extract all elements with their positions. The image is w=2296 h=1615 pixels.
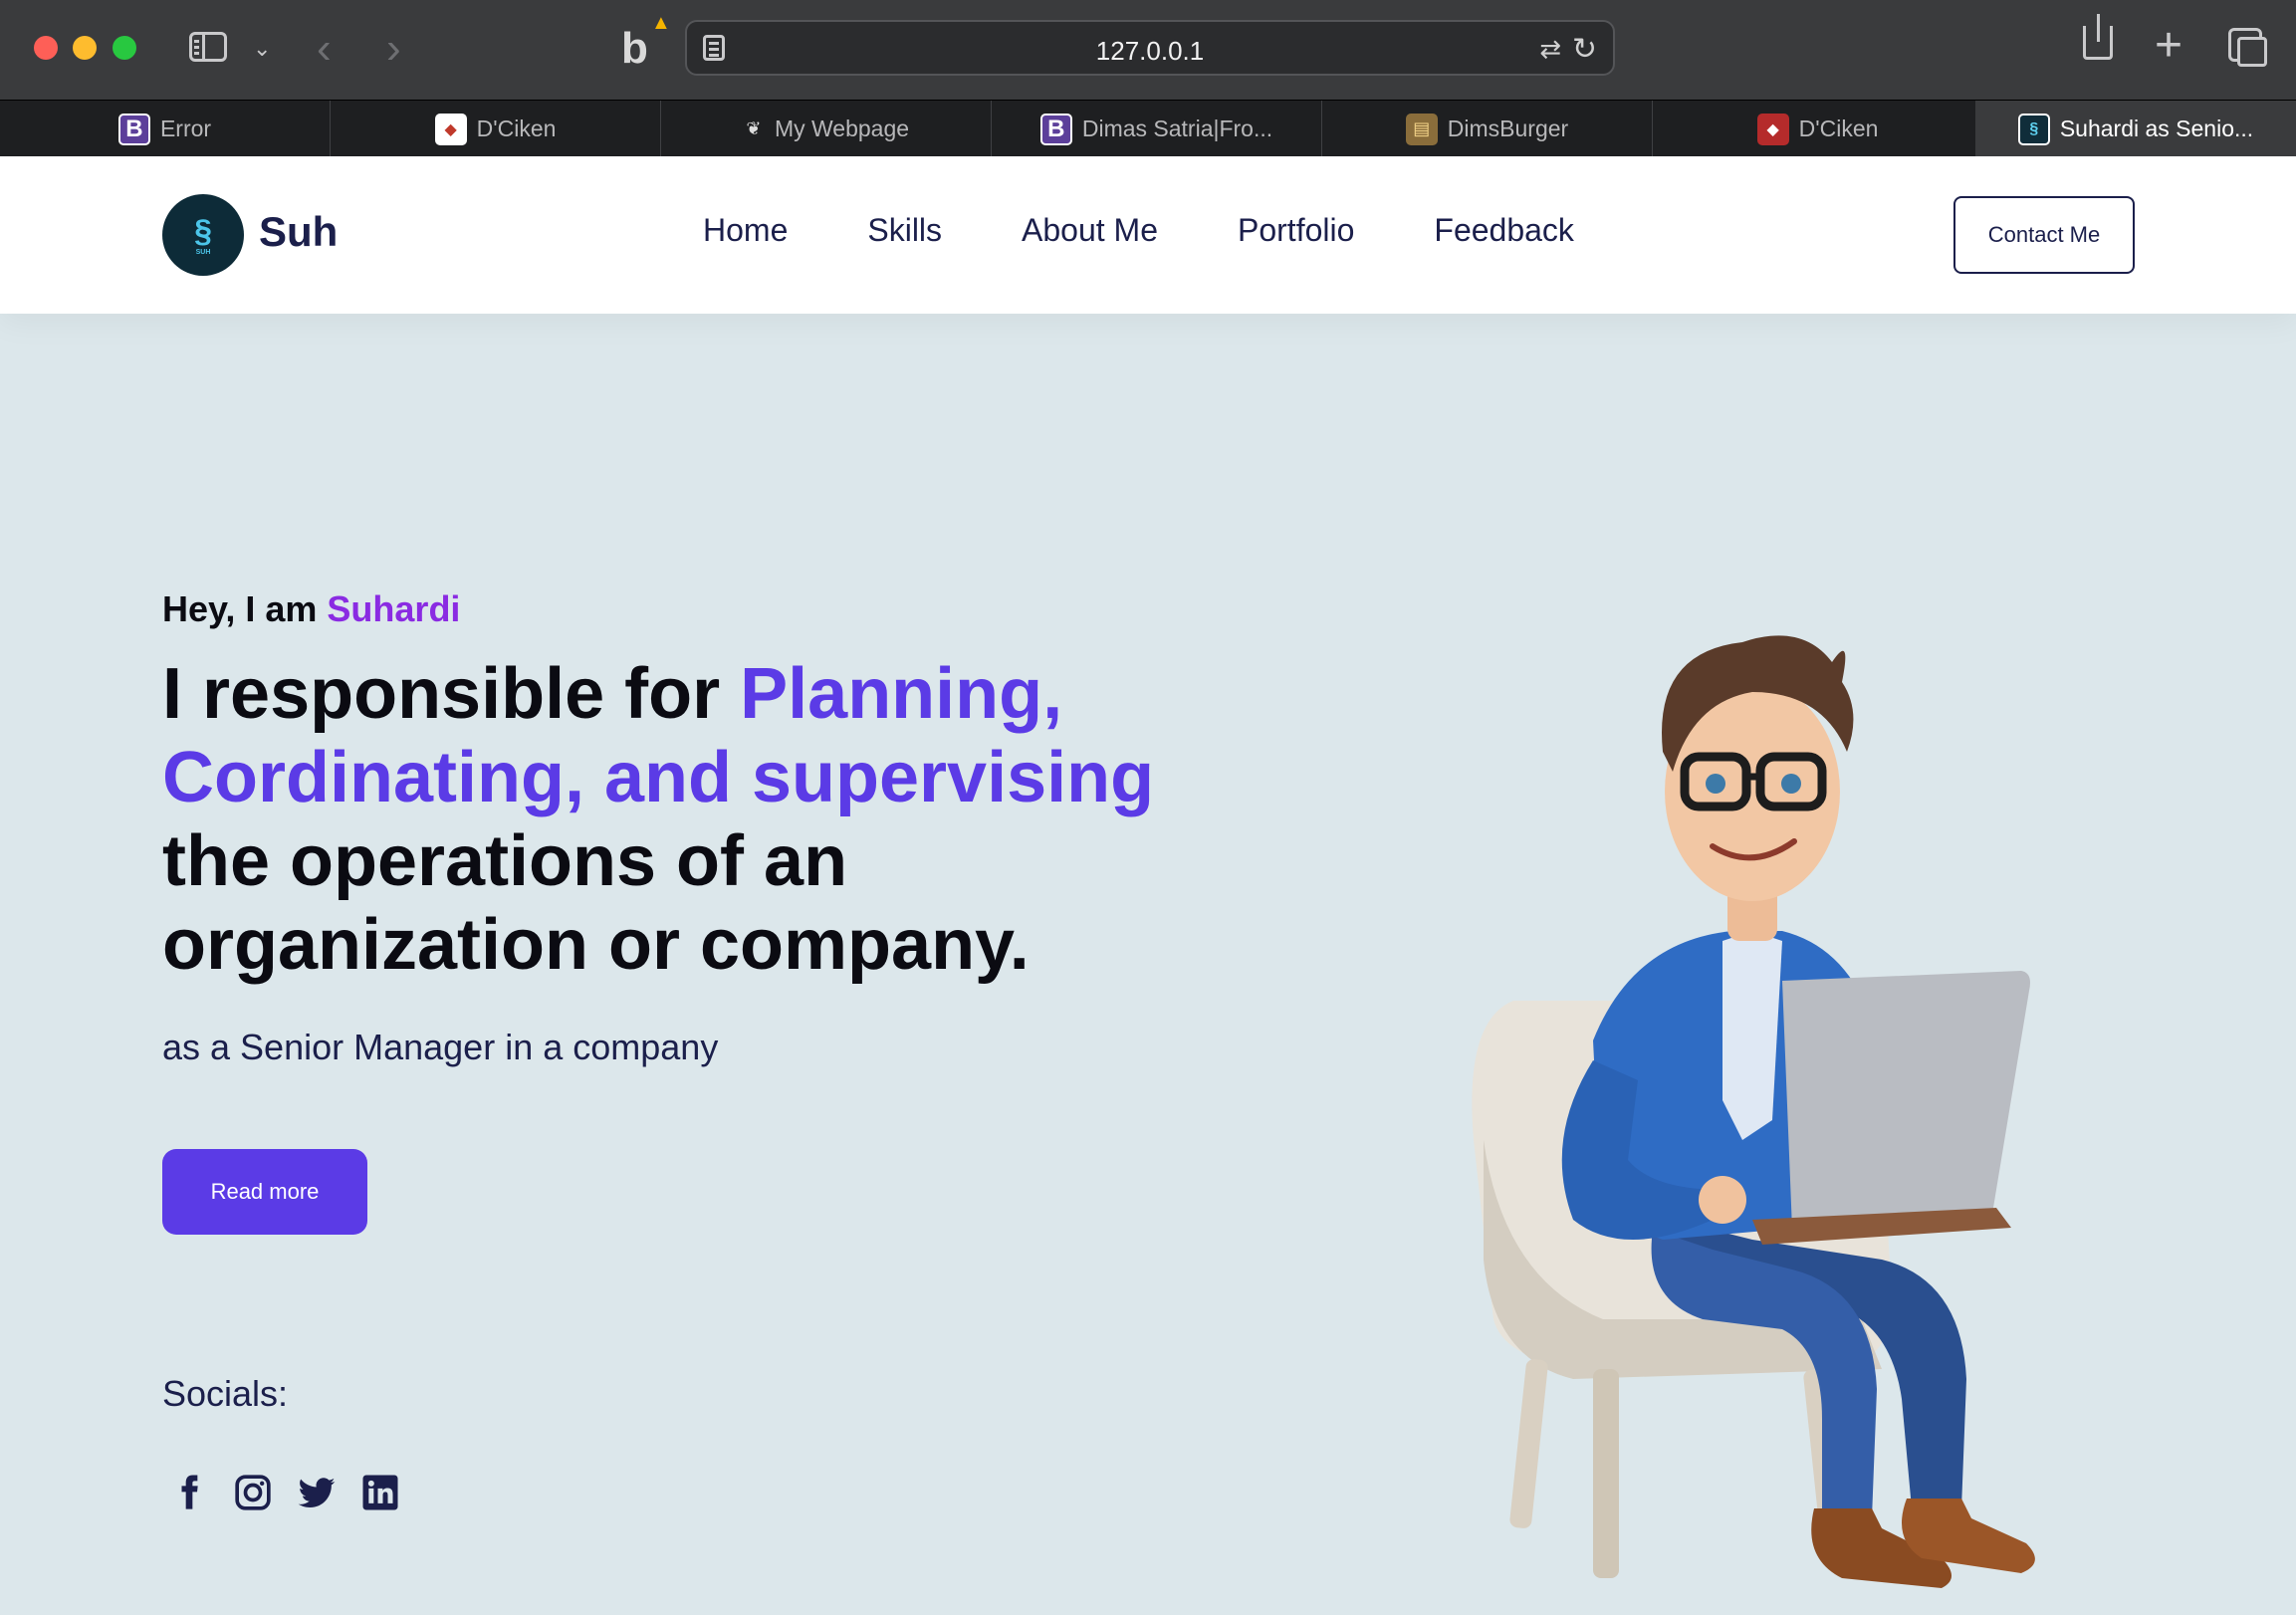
tab-title: My Webpage bbox=[774, 115, 910, 141]
hero-greeting: Hey, I am Suhardi bbox=[162, 588, 460, 630]
tab-bar: B Error ◆ D'Ciken ❦ My Webpage B Dimas S… bbox=[0, 100, 2296, 157]
share-icon[interactable] bbox=[2083, 14, 2113, 60]
tab-dimsburger[interactable]: ▤ DimsBurger bbox=[1322, 101, 1653, 157]
new-tab-icon[interactable]: + bbox=[2155, 18, 2182, 73]
greeting-name: Suhardi bbox=[327, 588, 461, 629]
chicken-logo-icon: ◆ bbox=[1756, 113, 1789, 145]
tab-my-webpage[interactable]: ❦ My Webpage bbox=[661, 101, 992, 157]
nav-skills[interactable]: Skills bbox=[867, 212, 942, 249]
facebook-icon[interactable] bbox=[169, 1473, 209, 1512]
back-arrow-icon[interactable]: ‹ bbox=[317, 24, 332, 74]
tab-title: D'Ciken bbox=[1798, 115, 1879, 141]
reload-icon[interactable]: ↻ bbox=[1572, 32, 1597, 67]
zoom-window-button[interactable] bbox=[113, 36, 136, 60]
suh-logo-icon: § bbox=[194, 212, 212, 249]
twitter-icon[interactable] bbox=[297, 1473, 337, 1512]
tab-title: DimsBurger bbox=[1447, 115, 1569, 141]
tab-dimas-satria[interactable]: B Dimas Satria|Fro... bbox=[992, 101, 1322, 157]
warning-icon: ▲ bbox=[651, 12, 671, 34]
nav-portfolio[interactable]: Portfolio bbox=[1238, 212, 1354, 249]
chicken-logo-icon: ◆ bbox=[434, 113, 467, 145]
site-navbar: § SUH Suh Home Skills About Me Portfolio… bbox=[0, 156, 2296, 314]
tab-title: Suhardi as Senio... bbox=[2059, 115, 2254, 141]
site-logo[interactable]: § SUH bbox=[162, 194, 244, 276]
tab-suhardi-active[interactable]: § Suhardi as Senio... bbox=[1975, 101, 2296, 157]
nav-home[interactable]: Home bbox=[703, 212, 788, 249]
tab-dciken-2[interactable]: ◆ D'Ciken bbox=[1653, 101, 1983, 157]
suh-logo-icon: § bbox=[2017, 113, 2050, 145]
main-nav: Home Skills About Me Portfolio Feedback bbox=[703, 212, 1654, 249]
tab-title: Error bbox=[159, 115, 212, 141]
social-links bbox=[169, 1473, 400, 1512]
bootstrap-b-icon: B bbox=[117, 113, 150, 145]
nav-about-me[interactable]: About Me bbox=[1022, 212, 1158, 249]
instagram-icon[interactable] bbox=[233, 1473, 273, 1512]
browser-titlebar: ⌄ ‹ › b ▲ 127.0.0.1 ⇄ ↻ + bbox=[0, 0, 2296, 100]
hero-subtitle: as a Senior Manager in a company bbox=[162, 1027, 719, 1067]
tab-dciken[interactable]: ◆ D'Ciken bbox=[331, 101, 661, 157]
greeting-prefix: Hey, I am bbox=[162, 588, 328, 629]
tab-overview-icon[interactable] bbox=[2228, 28, 2267, 67]
hero-headline: I responsible for Planning, Cordinating,… bbox=[162, 652, 1258, 987]
contact-me-button[interactable]: Contact Me bbox=[1953, 196, 2135, 274]
brand-name[interactable]: Suh bbox=[259, 208, 338, 256]
close-window-button[interactable] bbox=[34, 36, 58, 60]
headline-part2: the operations of an organization or com… bbox=[162, 821, 1030, 985]
tab-title: D'Ciken bbox=[476, 115, 557, 141]
sidebar-toggle-icon[interactable] bbox=[189, 32, 227, 62]
logo-text: SUH bbox=[195, 248, 211, 256]
hero-illustration bbox=[1472, 635, 2035, 1588]
address-bar[interactable]: 127.0.0.1 ⇄ ↻ bbox=[685, 20, 1615, 76]
url-text[interactable]: 127.0.0.1 bbox=[687, 36, 1613, 67]
web-page: § SUH Suh Home Skills About Me Portfolio… bbox=[0, 156, 2296, 1615]
socials-title: Socials: bbox=[162, 1373, 289, 1414]
nav-feedback[interactable]: Feedback bbox=[1434, 212, 1574, 249]
linkedin-icon[interactable] bbox=[360, 1473, 400, 1512]
bing-extension-icon[interactable]: b bbox=[621, 24, 648, 74]
tab-error[interactable]: B Error bbox=[0, 101, 331, 157]
forward-arrow-icon[interactable]: › bbox=[386, 24, 401, 74]
headline-part1: I responsible for bbox=[162, 654, 741, 734]
webpage-logo-icon: ❦ bbox=[746, 118, 762, 138]
burger-icon: ▤ bbox=[1405, 113, 1438, 145]
chevron-down-icon[interactable]: ⌄ bbox=[253, 36, 271, 62]
read-more-button[interactable]: Read more bbox=[162, 1149, 367, 1235]
translate-icon[interactable]: ⇄ bbox=[1539, 34, 1561, 65]
bootstrap-b-icon: B bbox=[1039, 113, 1072, 145]
minimize-window-button[interactable] bbox=[73, 36, 97, 60]
tab-title: Dimas Satria|Fro... bbox=[1081, 115, 1273, 141]
